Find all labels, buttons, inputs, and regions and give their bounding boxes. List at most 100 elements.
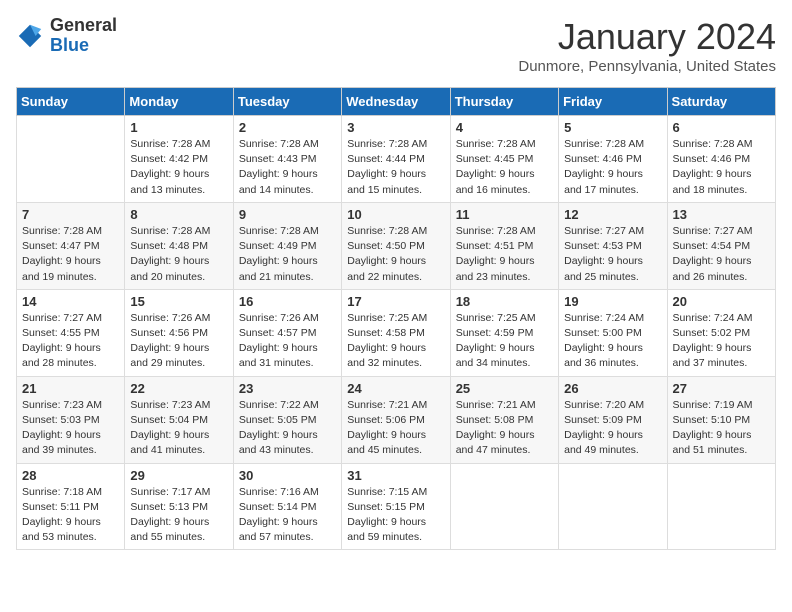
calendar-cell	[17, 116, 125, 203]
daylight: Daylight: 9 hours and 36 minutes.	[564, 342, 643, 369]
sunset: Sunset: 5:04 PM	[130, 414, 208, 426]
sunset: Sunset: 4:45 PM	[456, 153, 534, 165]
daylight: Daylight: 9 hours and 25 minutes.	[564, 255, 643, 282]
calendar-cell: 26 Sunrise: 7:20 AM Sunset: 5:09 PM Dayl…	[559, 376, 667, 463]
daylight: Daylight: 9 hours and 47 minutes.	[456, 429, 535, 456]
sunset: Sunset: 4:48 PM	[130, 240, 208, 252]
daylight: Daylight: 9 hours and 23 minutes.	[456, 255, 535, 282]
sunrise: Sunrise: 7:27 AM	[564, 225, 644, 237]
sunrise: Sunrise: 7:28 AM	[673, 138, 753, 150]
sunrise: Sunrise: 7:28 AM	[130, 138, 210, 150]
weekday-header-saturday: Saturday	[667, 88, 775, 116]
sunset: Sunset: 5:11 PM	[22, 501, 99, 513]
day-number: 18	[456, 294, 553, 309]
calendar-cell: 29 Sunrise: 7:17 AM Sunset: 5:13 PM Dayl…	[125, 463, 233, 550]
sunrise: Sunrise: 7:16 AM	[239, 486, 319, 498]
sunrise: Sunrise: 7:28 AM	[456, 138, 536, 150]
sunset: Sunset: 4:54 PM	[673, 240, 751, 252]
calendar-cell: 30 Sunrise: 7:16 AM Sunset: 5:14 PM Dayl…	[233, 463, 341, 550]
page-header: General Blue January 2024 Dunmore, Penns…	[16, 16, 776, 75]
sunset: Sunset: 4:43 PM	[239, 153, 317, 165]
title-block: January 2024 Dunmore, Pennsylvania, Unit…	[518, 16, 776, 75]
day-number: 6	[673, 120, 770, 135]
sunrise: Sunrise: 7:28 AM	[564, 138, 644, 150]
calendar-cell: 3 Sunrise: 7:28 AM Sunset: 4:44 PM Dayli…	[342, 116, 450, 203]
daylight: Daylight: 9 hours and 53 minutes.	[22, 516, 101, 543]
sunset: Sunset: 5:15 PM	[347, 501, 425, 513]
sunrise: Sunrise: 7:20 AM	[564, 399, 644, 411]
sunrise: Sunrise: 7:28 AM	[347, 138, 427, 150]
sunrise: Sunrise: 7:27 AM	[673, 225, 753, 237]
day-number: 29	[130, 468, 227, 483]
sunset: Sunset: 4:57 PM	[239, 327, 317, 339]
day-number: 14	[22, 294, 119, 309]
logo-general: General	[50, 16, 117, 36]
calendar-cell	[450, 463, 558, 550]
cell-info: Sunrise: 7:28 AM Sunset: 4:46 PM Dayligh…	[673, 137, 770, 198]
week-row-2: 14 Sunrise: 7:27 AM Sunset: 4:55 PM Dayl…	[17, 289, 776, 376]
weekday-header-monday: Monday	[125, 88, 233, 116]
cell-info: Sunrise: 7:16 AM Sunset: 5:14 PM Dayligh…	[239, 485, 336, 546]
calendar-table: SundayMondayTuesdayWednesdayThursdayFrid…	[16, 87, 776, 550]
cell-info: Sunrise: 7:27 AM Sunset: 4:53 PM Dayligh…	[564, 224, 661, 285]
daylight: Daylight: 9 hours and 41 minutes.	[130, 429, 209, 456]
month-title: January 2024	[518, 16, 776, 58]
sunrise: Sunrise: 7:25 AM	[347, 312, 427, 324]
sunrise: Sunrise: 7:22 AM	[239, 399, 319, 411]
day-number: 17	[347, 294, 444, 309]
weekday-header-tuesday: Tuesday	[233, 88, 341, 116]
day-number: 7	[22, 207, 119, 222]
sunset: Sunset: 4:42 PM	[130, 153, 208, 165]
cell-info: Sunrise: 7:24 AM Sunset: 5:00 PM Dayligh…	[564, 311, 661, 372]
calendar-cell: 20 Sunrise: 7:24 AM Sunset: 5:02 PM Dayl…	[667, 289, 775, 376]
cell-info: Sunrise: 7:28 AM Sunset: 4:47 PM Dayligh…	[22, 224, 119, 285]
sunset: Sunset: 5:03 PM	[22, 414, 100, 426]
sunrise: Sunrise: 7:23 AM	[22, 399, 102, 411]
sunrise: Sunrise: 7:21 AM	[347, 399, 427, 411]
daylight: Daylight: 9 hours and 59 minutes.	[347, 516, 426, 543]
sunrise: Sunrise: 7:28 AM	[130, 225, 210, 237]
calendar-cell: 31 Sunrise: 7:15 AM Sunset: 5:15 PM Dayl…	[342, 463, 450, 550]
day-number: 10	[347, 207, 444, 222]
calendar-cell: 4 Sunrise: 7:28 AM Sunset: 4:45 PM Dayli…	[450, 116, 558, 203]
calendar-cell	[559, 463, 667, 550]
cell-info: Sunrise: 7:21 AM Sunset: 5:08 PM Dayligh…	[456, 398, 553, 459]
calendar-cell: 25 Sunrise: 7:21 AM Sunset: 5:08 PM Dayl…	[450, 376, 558, 463]
sunset: Sunset: 4:49 PM	[239, 240, 317, 252]
day-number: 3	[347, 120, 444, 135]
calendar-cell: 27 Sunrise: 7:19 AM Sunset: 5:10 PM Dayl…	[667, 376, 775, 463]
cell-info: Sunrise: 7:28 AM Sunset: 4:44 PM Dayligh…	[347, 137, 444, 198]
calendar-cell: 24 Sunrise: 7:21 AM Sunset: 5:06 PM Dayl…	[342, 376, 450, 463]
week-row-0: 1 Sunrise: 7:28 AM Sunset: 4:42 PM Dayli…	[17, 116, 776, 203]
sunrise: Sunrise: 7:28 AM	[347, 225, 427, 237]
day-number: 20	[673, 294, 770, 309]
day-number: 12	[564, 207, 661, 222]
sunset: Sunset: 4:51 PM	[456, 240, 534, 252]
calendar-cell: 18 Sunrise: 7:25 AM Sunset: 4:59 PM Dayl…	[450, 289, 558, 376]
daylight: Daylight: 9 hours and 17 minutes.	[564, 168, 643, 195]
sunrise: Sunrise: 7:28 AM	[239, 225, 319, 237]
sunrise: Sunrise: 7:28 AM	[456, 225, 536, 237]
day-number: 8	[130, 207, 227, 222]
sunrise: Sunrise: 7:21 AM	[456, 399, 536, 411]
cell-info: Sunrise: 7:24 AM Sunset: 5:02 PM Dayligh…	[673, 311, 770, 372]
calendar-cell: 17 Sunrise: 7:25 AM Sunset: 4:58 PM Dayl…	[342, 289, 450, 376]
sunset: Sunset: 4:58 PM	[347, 327, 425, 339]
sunrise: Sunrise: 7:18 AM	[22, 486, 102, 498]
sunset: Sunset: 4:44 PM	[347, 153, 425, 165]
sunrise: Sunrise: 7:24 AM	[564, 312, 644, 324]
sunrise: Sunrise: 7:17 AM	[130, 486, 210, 498]
daylight: Daylight: 9 hours and 16 minutes.	[456, 168, 535, 195]
day-number: 11	[456, 207, 553, 222]
calendar-cell: 21 Sunrise: 7:23 AM Sunset: 5:03 PM Dayl…	[17, 376, 125, 463]
sunrise: Sunrise: 7:15 AM	[347, 486, 427, 498]
sunset: Sunset: 4:46 PM	[564, 153, 642, 165]
sunrise: Sunrise: 7:24 AM	[673, 312, 753, 324]
daylight: Daylight: 9 hours and 22 minutes.	[347, 255, 426, 282]
day-number: 15	[130, 294, 227, 309]
day-number: 27	[673, 381, 770, 396]
day-number: 25	[456, 381, 553, 396]
sunset: Sunset: 5:02 PM	[673, 327, 751, 339]
weekday-header-sunday: Sunday	[17, 88, 125, 116]
sunrise: Sunrise: 7:23 AM	[130, 399, 210, 411]
